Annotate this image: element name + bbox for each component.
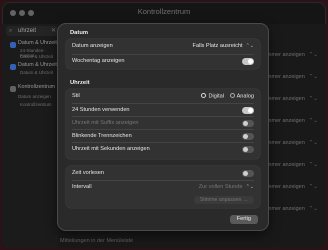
divider <box>72 129 254 130</box>
intervall-label: Intervall <box>72 184 92 190</box>
divider <box>72 180 254 181</box>
blinken-label: Blinkende Trennzeichen <box>72 133 132 139</box>
sekunden-toggle[interactable] <box>242 146 254 153</box>
section-header-datum: Datum <box>70 30 89 36</box>
stimme-anpassen-button[interactable]: Stimme anpassen … <box>193 196 254 204</box>
24h-toggle[interactable] <box>242 107 254 114</box>
radio-digital[interactable]: Digital <box>201 93 224 100</box>
row-sekunden: Uhrzeit mit Sekunden anzeigen <box>72 146 254 153</box>
vorlesen-toggle[interactable] <box>242 170 254 177</box>
24h-label: 24 Stunden verwenden <box>72 107 130 113</box>
suffix-toggle[interactable] <box>242 120 254 127</box>
wochentag-toggle[interactable] <box>242 58 254 65</box>
row-suffix: Uhrzeit mit Suffix anzeigen <box>72 120 254 127</box>
suffix-label: Uhrzeit mit Suffix anzeigen <box>72 120 139 126</box>
section-header-uhrzeit: Uhrzeit <box>70 80 90 86</box>
blinken-toggle[interactable] <box>242 133 254 140</box>
datum-card: Datum anzeigen Falls Platz ausreicht ⌃⌄ W… <box>66 39 260 69</box>
divider <box>72 116 254 117</box>
sekunden-label: Uhrzeit mit Sekunden anzeigen <box>72 146 150 152</box>
intervall-popup[interactable]: Zur vollen Stunde ⌃⌄ <box>199 184 254 190</box>
chevron-updown-icon: ⌃⌄ <box>245 184 254 190</box>
divider <box>72 54 254 55</box>
wochentag-label: Wochentag anzeigen <box>72 58 125 64</box>
row-blinken: Blinkende Trennzeichen <box>72 133 254 140</box>
divider <box>72 103 254 104</box>
chevron-updown-icon: ⌃⌄ <box>245 43 254 49</box>
row-wochentag: Wochentag anzeigen <box>72 58 254 65</box>
row-stil: Stil Digital Analog <box>72 93 254 100</box>
vorlesen-card: Zeit vorlesen Intervall Zur vollen Stund… <box>66 166 260 208</box>
row-24h: 24 Stunden verwenden <box>72 107 254 114</box>
uhrzeit-card: Stil Digital Analog 24 Stunden verwenden… <box>66 89 260 159</box>
datum-anzeigen-label: Datum anzeigen <box>72 43 113 49</box>
stil-label: Stil <box>72 93 80 99</box>
divider <box>72 142 254 143</box>
row-vorlesen: Zeit vorlesen <box>72 170 254 177</box>
datum-anzeigen-popup[interactable]: Falls Platz ausreicht ⌃⌄ <box>193 43 254 49</box>
radio-analog[interactable]: Analog <box>229 93 254 100</box>
row-datum-anzeigen: Datum anzeigen Falls Platz ausreicht ⌃⌄ <box>72 43 254 49</box>
vorlesen-label: Zeit vorlesen <box>72 170 105 176</box>
clock-options-sheet: Datum Datum anzeigen Falls Platz ausreic… <box>58 24 268 230</box>
done-button[interactable]: Fertig <box>229 215 258 224</box>
row-intervall: Intervall Zur vollen Stunde ⌃⌄ <box>72 184 254 190</box>
